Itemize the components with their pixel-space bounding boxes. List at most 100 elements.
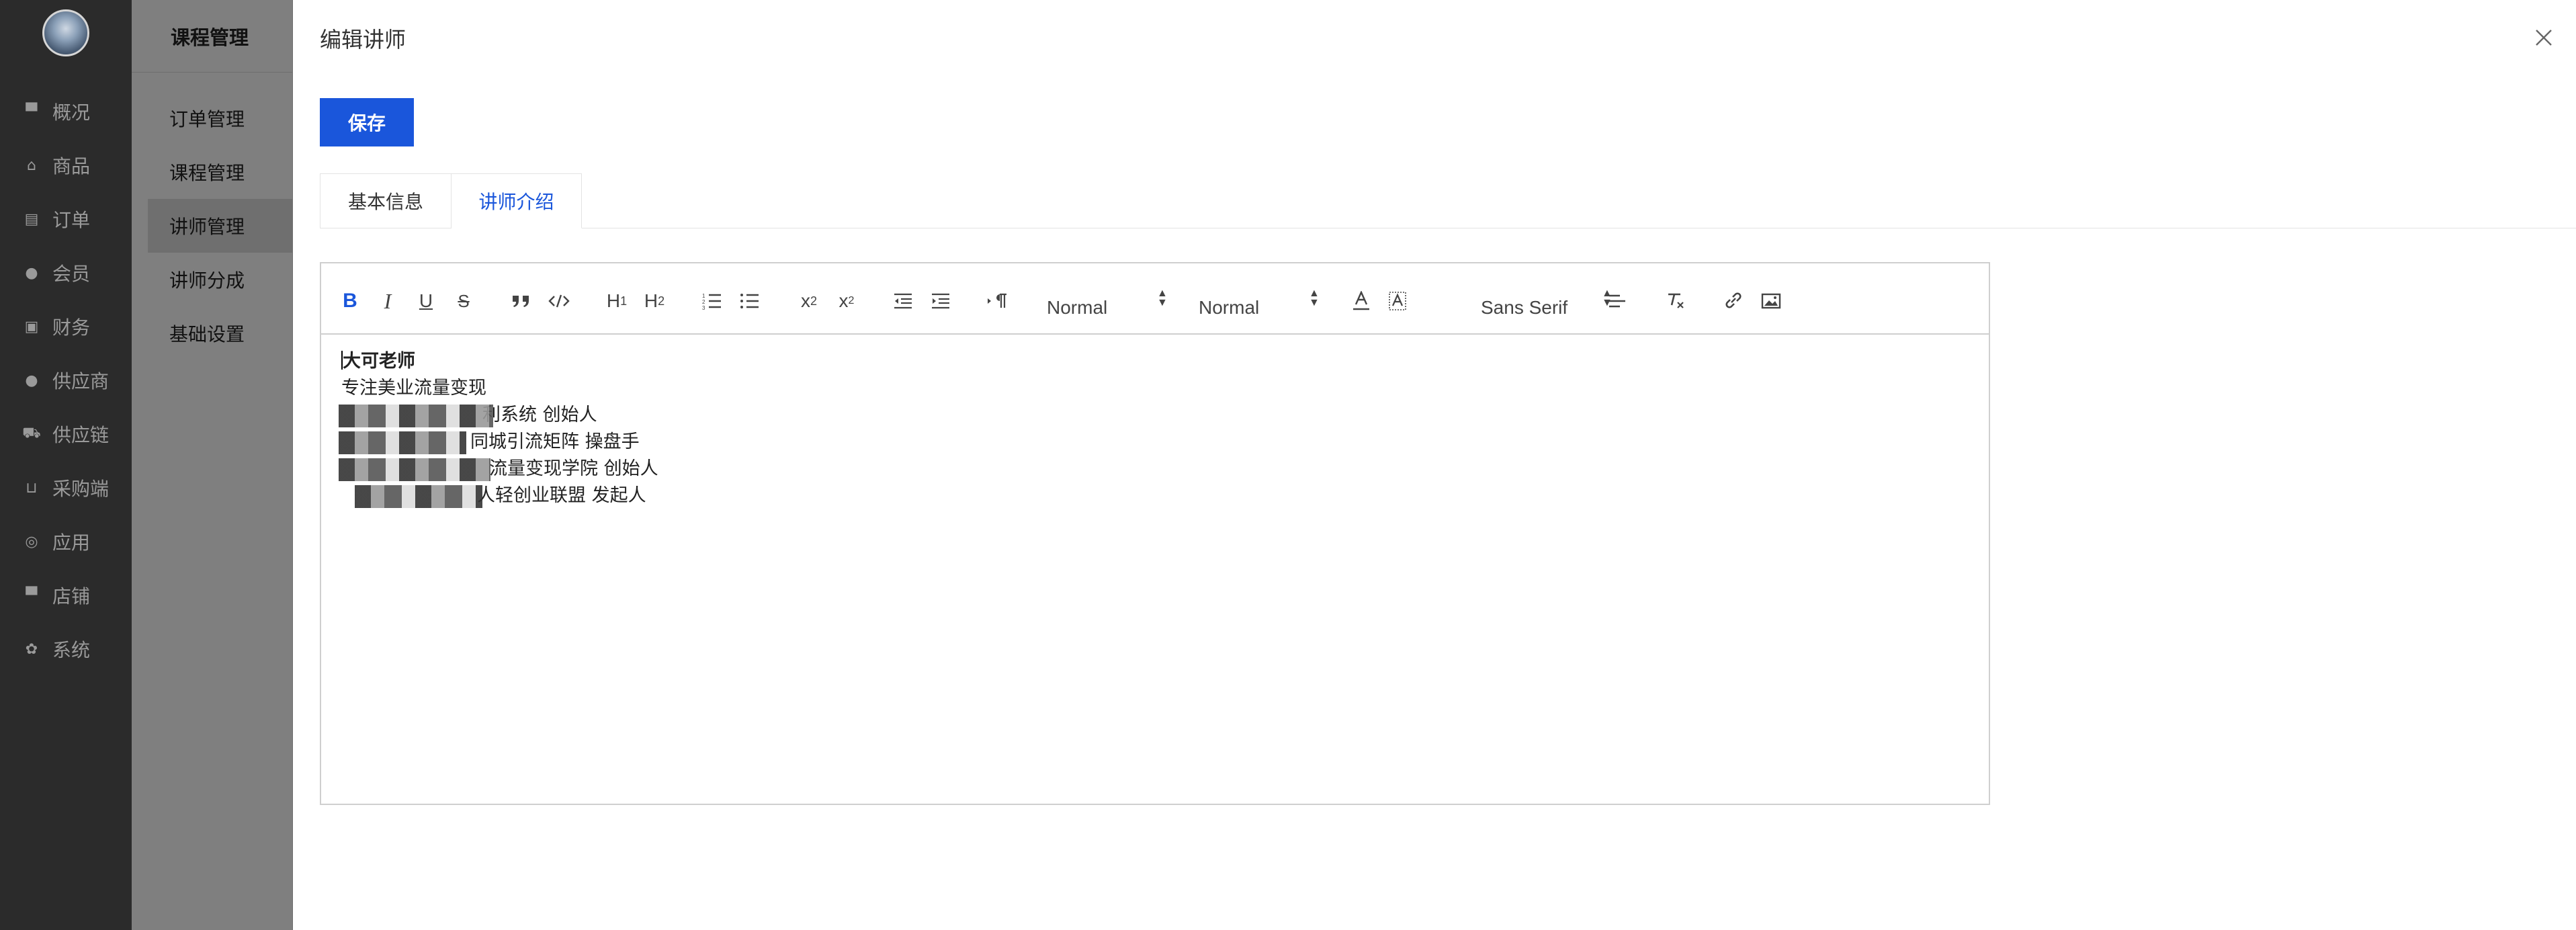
clipboard-icon: ▤ — [24, 210, 39, 228]
header-1-button[interactable]: H1 — [603, 288, 630, 314]
subnav-title: 课程管理 — [132, 0, 292, 73]
tab-bar: 基本信息 讲师介绍 — [320, 173, 2576, 228]
content-line: 利系统 创始人 — [339, 402, 1969, 429]
nav-item-supply-chain[interactable]: ⛟ 供应链 — [0, 407, 132, 461]
money-icon: ▣ — [24, 318, 39, 335]
rtl-icon — [988, 293, 1006, 308]
ordered-list-button[interactable]: 123 — [700, 288, 724, 314]
underline-button[interactable]: U — [415, 288, 437, 314]
background-color-icon — [1389, 292, 1406, 310]
editor-content[interactable]: 大可老师 专注美业流量变现 利系统 创始人 同城引流矩阵 操盘手 流量变现学院 … — [321, 335, 1989, 523]
subnav-item-basic-settings[interactable]: 基础设置 — [132, 306, 292, 360]
nav-item-label: 财务 — [52, 316, 91, 339]
header-picker[interactable]: Normal ▲ ▼ — [1047, 288, 1181, 319]
store-icon: ▀ — [26, 587, 38, 604]
indent-icon — [932, 293, 949, 309]
editor-toolbar: B I U S H1 H2 123 x2 x2 Normal ▲ ▼ Norma… — [321, 263, 1989, 335]
subscript-button[interactable]: x2 — [796, 288, 822, 314]
content-line: 人轻创业联盟 发起人 — [341, 482, 1969, 509]
nav-item-label: 商品 — [52, 155, 91, 177]
subnav-item-orders[interactable]: 订单管理 — [132, 91, 292, 145]
link-icon — [1725, 292, 1742, 308]
bullet-list-button[interactable] — [738, 288, 762, 314]
content-line-text: 人轻创业联盟 发起人 — [477, 485, 646, 506]
nav-item-label: 采购端 — [52, 478, 110, 500]
align-button[interactable] — [1606, 288, 1630, 314]
nav-item-label: 供应链 — [52, 424, 110, 446]
monitor-icon: ▀ — [26, 103, 38, 120]
bold-button[interactable]: B — [340, 288, 360, 314]
nav-item-label: 店铺 — [52, 585, 91, 607]
content-line-text: 专注美业流量变现 — [341, 378, 486, 398]
close-icon — [2536, 30, 2552, 46]
chevron-updown-icon: ▲ ▼ — [1157, 288, 1168, 308]
redaction-mosaic — [355, 485, 482, 508]
logo-avatar[interactable] — [42, 9, 89, 56]
nav-item-goods[interactable]: ⌂ 商品 — [0, 138, 132, 192]
tab-basic-info[interactable]: 基本信息 — [320, 173, 452, 228]
nav-item-apps[interactable]: ◎ 应用 — [0, 515, 132, 568]
nav-item-label: 会员 — [52, 263, 91, 285]
drawer-title: 编辑讲师 — [320, 27, 406, 52]
app-icon: ◎ — [25, 533, 38, 550]
text-direction-button[interactable] — [985, 288, 1009, 314]
content-line: 同城引流矩阵 操盘手 — [339, 429, 1969, 456]
content-line: 流量变现学院 创始人 — [339, 456, 1969, 482]
tab-lecturer-intro[interactable]: 讲师介绍 — [452, 173, 582, 228]
redaction-mosaic — [339, 431, 466, 454]
superscript-button[interactable]: x2 — [833, 288, 860, 314]
font-picker[interactable]: Sans Serif ▲ ▼ — [1481, 288, 1622, 319]
clear-format-icon — [1668, 293, 1684, 308]
nav-item-finance[interactable]: ▣ 财务 — [0, 300, 132, 353]
nav-item-supplier[interactable]: ● 供应商 — [0, 353, 132, 407]
code-icon — [548, 294, 570, 308]
subnav-item-courses[interactable]: 课程管理 — [132, 145, 292, 199]
redaction-mosaic — [339, 458, 490, 481]
rich-text-editor: B I U S H1 H2 123 x2 x2 Normal ▲ ▼ Norma… — [320, 262, 1990, 805]
text-color-button[interactable] — [1349, 288, 1373, 314]
ordered-list-icon: 123 — [702, 293, 721, 310]
content-line: 大可老师 — [341, 348, 1969, 375]
text-color-icon — [1353, 291, 1369, 310]
save-button[interactable]: 保存 — [320, 98, 414, 146]
quote-icon — [513, 296, 529, 307]
nav-item-system[interactable]: ✿ 系统 — [0, 622, 132, 676]
blockquote-button[interactable] — [509, 288, 533, 314]
subnav-item-lecturers[interactable]: 讲师管理 — [148, 199, 292, 253]
header-2-button[interactable]: H2 — [641, 288, 668, 314]
sub-sidebar: 课程管理 订单管理 课程管理 讲师管理 讲师分成 基础设置 — [132, 0, 293, 930]
nav-item-members[interactable]: ● 会员 — [0, 246, 132, 300]
strike-button[interactable]: S — [453, 288, 474, 314]
size-picker[interactable]: Normal ▲ ▼ — [1199, 288, 1333, 319]
nav-item-purchase[interactable]: ⊔ 采购端 — [0, 461, 132, 515]
bullet-list-icon — [740, 294, 759, 308]
subnav-item-lecturer-commission[interactable]: 讲师分成 — [132, 253, 292, 306]
nav-item-label: 订单 — [52, 209, 91, 231]
chevron-updown-icon: ▲ ▼ — [1309, 288, 1320, 308]
main-sidebar: ▀ 概况 ⌂ 商品 ▤ 订单 ● 会员 ▣ 财务 ● 供应商 ⛟ 供应链 ⊔ 采 — [0, 0, 132, 930]
nav-item-label: 系统 — [52, 639, 91, 661]
nav-item-label: 应用 — [52, 532, 91, 554]
clear-format-button[interactable] — [1664, 288, 1688, 314]
font-picker-value: Sans Serif — [1481, 297, 1568, 318]
image-button[interactable] — [1759, 288, 1783, 314]
content-line-text: 流量变现学院 创始人 — [489, 458, 658, 479]
link-button[interactable] — [1721, 288, 1746, 314]
gear-icon: ✿ — [25, 640, 38, 658]
nav-item-orders[interactable]: ▤ 订单 — [0, 192, 132, 246]
indent-button[interactable] — [929, 288, 953, 314]
close-button[interactable] — [2530, 24, 2557, 51]
content-line-text: 同城引流矩阵 操盘手 — [470, 431, 640, 452]
bag-icon: ⌂ — [27, 157, 36, 174]
background-color-button[interactable] — [1385, 288, 1410, 314]
nav-item-store[interactable]: ▀ 店铺 — [0, 568, 132, 622]
italic-button[interactable]: I — [378, 288, 398, 314]
align-left-icon — [1609, 294, 1625, 308]
main-nav-list: ▀ 概况 ⌂ 商品 ▤ 订单 ● 会员 ▣ 财务 ● 供应商 ⛟ 供应链 ⊔ 采 — [0, 85, 132, 676]
cart-icon: ⊔ — [26, 479, 38, 497]
outdent-button[interactable] — [891, 288, 915, 314]
code-block-button[interactable] — [547, 288, 571, 314]
nav-item-overview[interactable]: ▀ 概况 — [0, 85, 132, 138]
edit-lecturer-drawer: 编辑讲师 保存 基本信息 讲师介绍 B I U S H1 H2 1 2 3 x … — [293, 0, 2576, 930]
content-line: 专注美业流量变现 — [341, 375, 1969, 402]
